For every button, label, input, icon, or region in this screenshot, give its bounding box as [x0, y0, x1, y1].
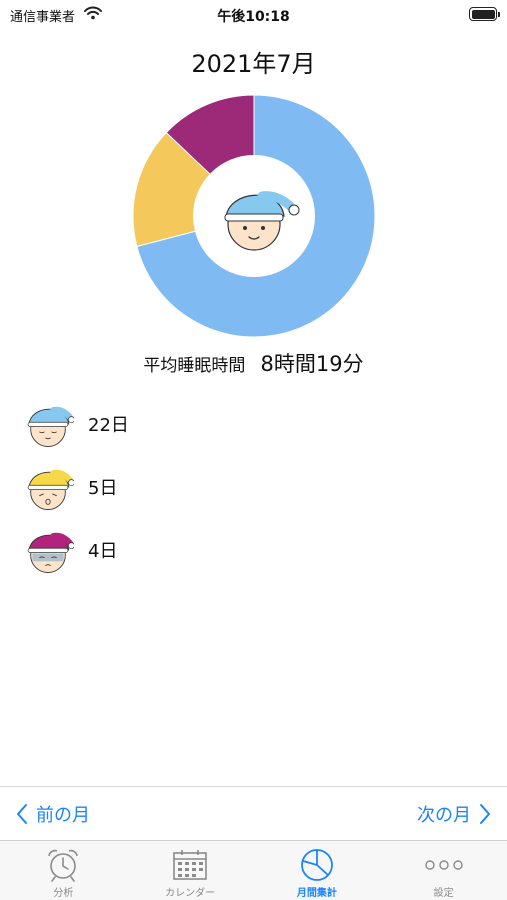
tab-settings-label: 設定 [433, 888, 454, 899]
sleep-type-summary-list: 22日 5日 4日 [22, 392, 322, 581]
average-sleep-value: 8時間19分 [260, 352, 364, 376]
tab-settings[interactable]: 設定 [380, 841, 507, 900]
tab-monthly-summary[interactable]: 月間集計 [254, 841, 381, 900]
status-time: 午後10:18 [217, 9, 290, 25]
tab-calendar-label: カレンダー [165, 888, 216, 899]
tab-monthly-summary-label: 月間集計 [296, 888, 337, 899]
status-bar: 通信事業者 午後10:18 [0, 0, 507, 30]
average-sleep-row: 平均睡眠時間 8時間19分 [0, 348, 507, 378]
previous-month-button[interactable]: 前の月 [16, 787, 90, 841]
average-sleep-label: 平均睡眠時間 [143, 356, 246, 376]
pie-chart-icon [300, 849, 333, 881]
previous-month-label: 前の月 [36, 805, 90, 826]
chevron-right-icon [480, 804, 490, 824]
battery-icon [469, 7, 500, 21]
yellow-cap-sleep-face-icon [27, 469, 74, 510]
yellow-cap-day-count: 5日 [88, 477, 118, 499]
month-title: 2021年7月 [191, 50, 316, 78]
tab-bar: 分析 カレンダー 月間集計 設定 [0, 840, 507, 900]
list-item: 5日 [22, 455, 322, 518]
tab-calendar[interactable]: カレンダー [127, 841, 254, 900]
sleep-donut-chart [132, 94, 376, 338]
list-item: 22日 [22, 392, 322, 455]
tab-analysis-label: 分析 [53, 888, 74, 899]
alarm-clock-icon [48, 849, 79, 882]
next-month-label: 次の月 [417, 805, 471, 826]
blue-cap-sleep-face-icon [27, 406, 74, 447]
purple-cap-sleep-face-icon [27, 532, 74, 573]
chevron-left-icon [17, 804, 27, 824]
more-dots-icon [424, 860, 463, 870]
calendar-icon [173, 850, 207, 880]
list-item: 4日 [22, 518, 322, 581]
next-month-button[interactable]: 次の月 [417, 787, 491, 841]
month-navigation: 前の月 次の月 [0, 786, 507, 840]
blue-cap-day-count: 22日 [88, 414, 129, 436]
tab-analysis[interactable]: 分析 [0, 841, 127, 900]
purple-cap-day-count: 4日 [88, 540, 118, 562]
